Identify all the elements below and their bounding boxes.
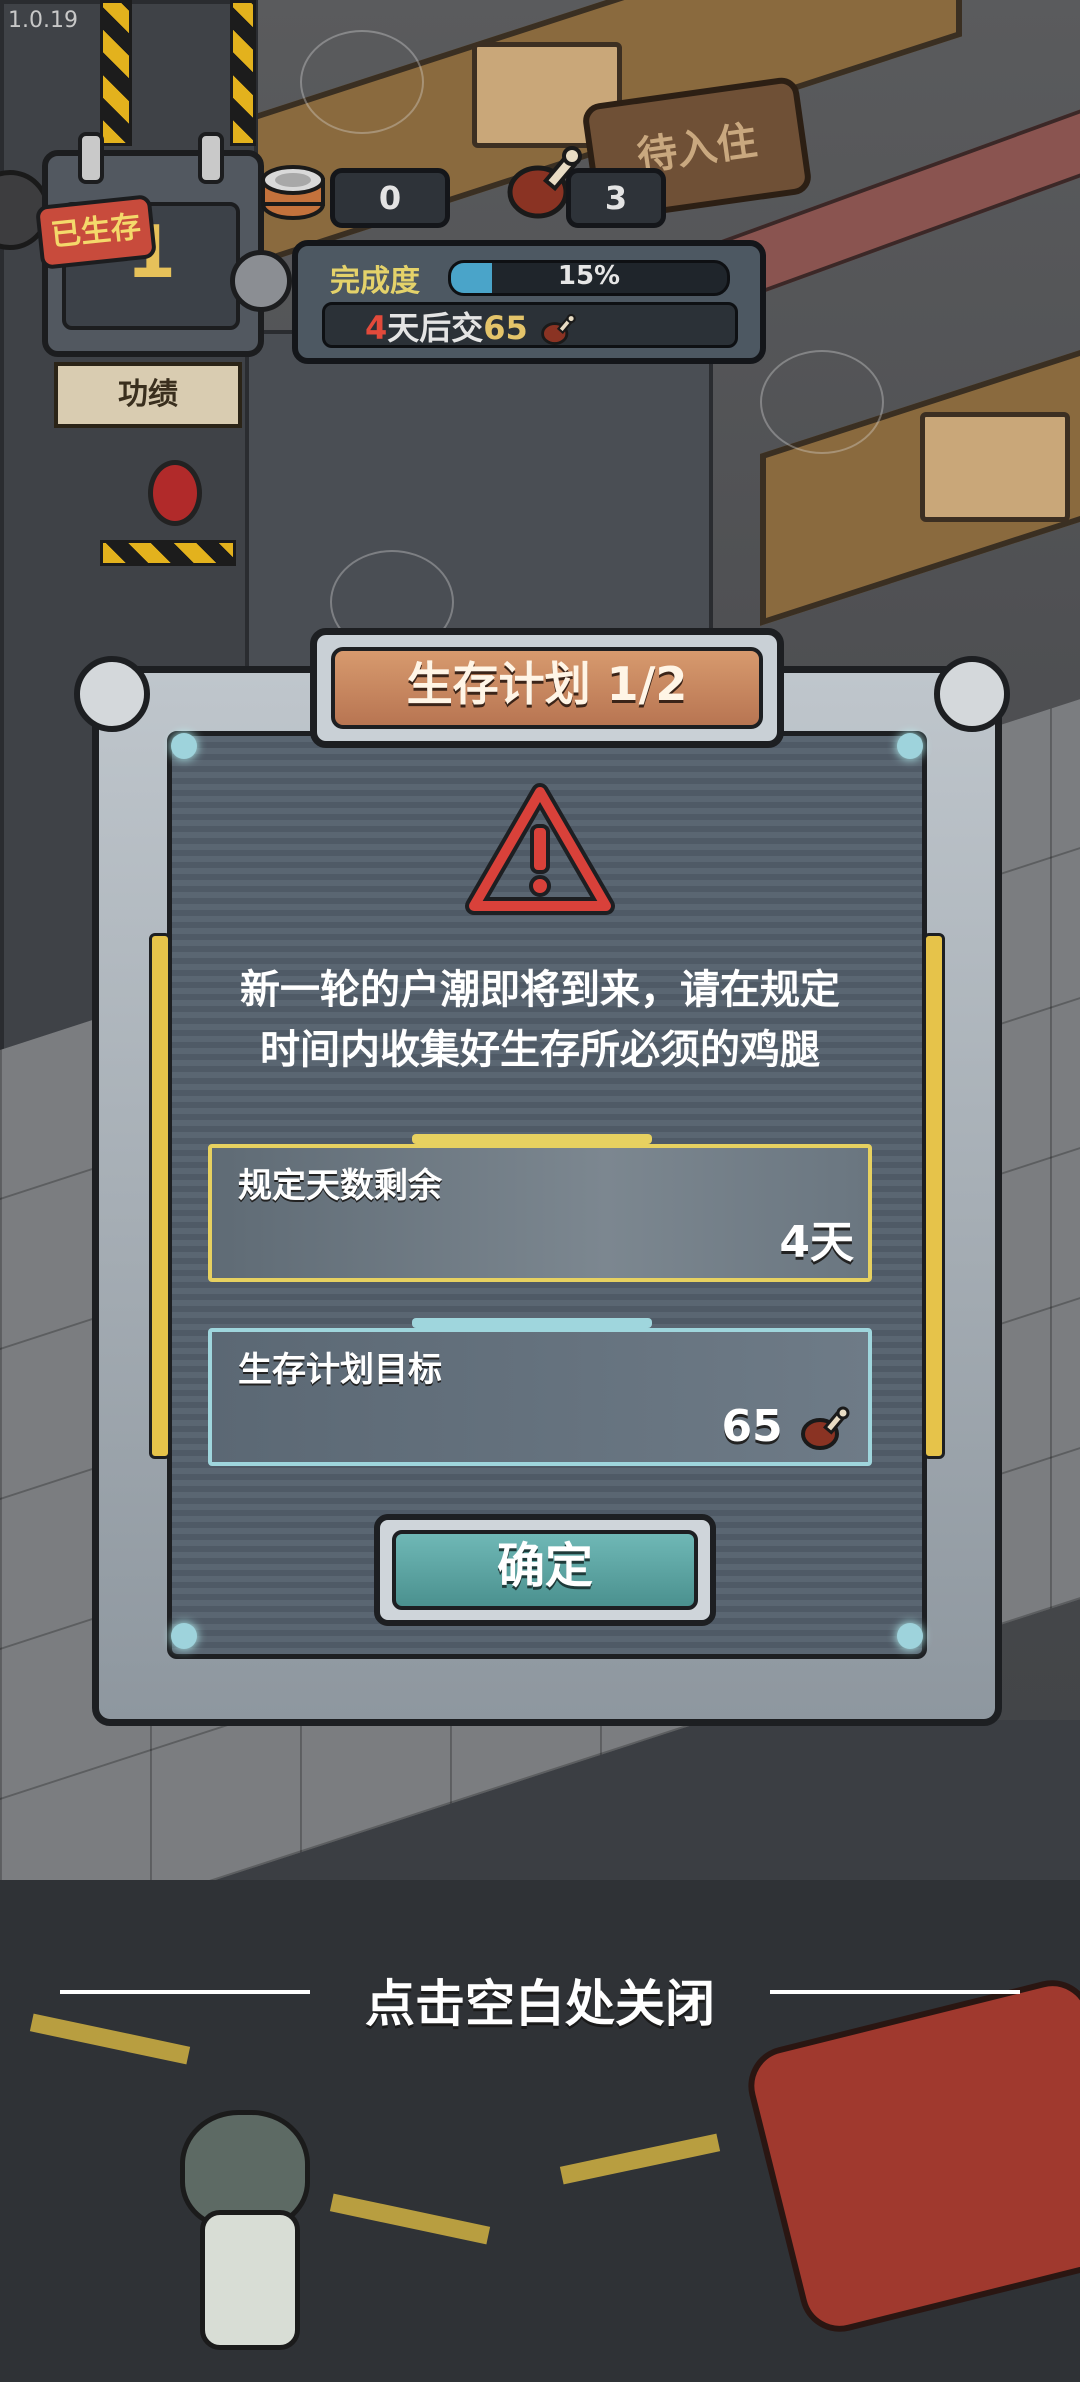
days-remaining-value: 4天	[779, 1217, 854, 1268]
gear-icon	[230, 250, 292, 312]
completion-label: 完成度	[330, 264, 420, 299]
dialog-title: 生存计划 1/2	[331, 647, 763, 729]
drumstick-icon	[541, 313, 576, 346]
deadline-days: 4	[365, 309, 388, 347]
cobweb	[760, 350, 884, 454]
card-tab	[412, 1318, 652, 1328]
survived-tag: 已生存	[34, 194, 158, 270]
confirm-button[interactable]: 确定	[374, 1514, 716, 1626]
message-line: 新一轮的户潮即将到来，请在规定	[240, 967, 840, 1013]
red-alarm-button	[148, 460, 202, 526]
version-label: 1.0.19	[8, 8, 78, 33]
cat-body	[200, 2210, 300, 2350]
drumstick-counter: 3	[566, 168, 666, 228]
completion-panel[interactable]: 完成度 15% 4天后交65	[292, 240, 766, 364]
message-line: 时间内收集好生存所必须的鸡腿	[260, 1027, 820, 1073]
completion-percent: 15%	[557, 261, 621, 291]
plan-target-value-row: 65	[721, 1401, 854, 1454]
deadline-goal: 65	[483, 309, 528, 347]
cobweb	[300, 30, 424, 134]
merit-button[interactable]: 功绩	[54, 362, 242, 428]
hazard-stripe	[100, 540, 236, 566]
days-remaining-label: 规定天数剩余	[238, 1166, 442, 1206]
corner-light	[897, 733, 923, 759]
cat-food-counter: 0	[330, 168, 450, 228]
zombie-cat-character[interactable]	[170, 2110, 320, 2370]
card-tab	[412, 1134, 652, 1144]
warning-icon	[465, 783, 615, 915]
cat-food-can-icon	[261, 165, 325, 220]
calendar-ring	[198, 132, 224, 184]
close-hint[interactable]: 点击空白处关闭	[0, 1964, 1080, 2036]
days-remaining-card: 规定天数剩余 4天	[208, 1134, 872, 1282]
corner-light	[897, 1623, 923, 1649]
drumstick-icon	[801, 1406, 850, 1450]
confirm-button-label: 确定	[392, 1530, 698, 1610]
plan-target-card: 生存计划目标 65	[208, 1318, 872, 1466]
dialog-message: 新一轮的户潮即将到来，请在规定 时间内收集好生存所必须的鸡腿	[180, 960, 900, 1080]
crate	[920, 412, 1070, 522]
plan-target-label: 生存计划目标	[238, 1350, 442, 1390]
deadline-text: 天后交	[387, 309, 484, 347]
plan-target-value: 65	[721, 1401, 783, 1452]
calendar-ring	[78, 132, 104, 184]
deadline-info: 4天后交65	[322, 302, 738, 348]
corner-light	[171, 1623, 197, 1649]
bolt-icon	[934, 656, 1010, 732]
bolt-icon	[74, 656, 150, 732]
hazard-stripe	[230, 0, 256, 146]
corner-light	[171, 733, 197, 759]
dialog-side-rail	[923, 933, 945, 1459]
dialog-title-plate: 生存计划 1/2	[310, 628, 784, 748]
dialog-side-rail	[149, 933, 171, 1459]
completion-progress-bar: 15%	[448, 260, 730, 296]
hazard-stripe	[100, 0, 132, 146]
